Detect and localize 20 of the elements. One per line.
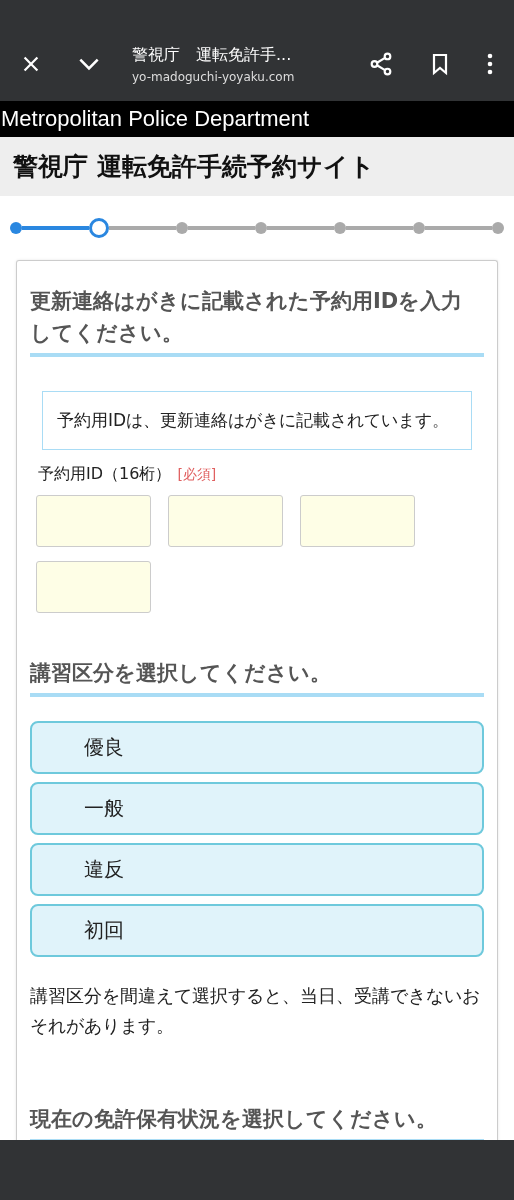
banner: Metropolitan Police Department — [0, 101, 514, 137]
share-icon[interactable] — [368, 51, 394, 77]
option-button[interactable]: 一般 — [30, 782, 484, 835]
section-heading: 講習区分を選択してください。 — [30, 657, 484, 697]
page-title: 警視庁 運転免許手... — [132, 44, 293, 66]
warning-text: 講習区分を間違えて選択すると、当日、受講できないおそれがあります。 — [30, 984, 481, 1038]
input-field[interactable] — [36, 561, 151, 613]
input-field[interactable] — [36, 495, 151, 547]
site-title: 警視庁 運転免許手続予約サイト — [0, 137, 514, 196]
option-button[interactable]: 初回 — [30, 904, 484, 957]
option-button[interactable]: 優良 — [30, 721, 484, 774]
section-heading: 更新連絡はがきに記載された予約用IDを入力してください。 — [30, 285, 484, 357]
more-icon[interactable] — [486, 52, 494, 76]
input-field[interactable] — [300, 495, 415, 547]
url-text: yo-madoguchi-yoyaku.com — [132, 69, 296, 84]
option-button[interactable]: 違反 — [30, 843, 484, 896]
input-field[interactable] — [168, 495, 283, 547]
info-note: 予約用IDは、更新連絡はがきに記載されています。 — [42, 391, 472, 450]
field-label: 予約用ID（16桁） — [38, 464, 172, 485]
required-tag: [必須] — [177, 466, 217, 484]
